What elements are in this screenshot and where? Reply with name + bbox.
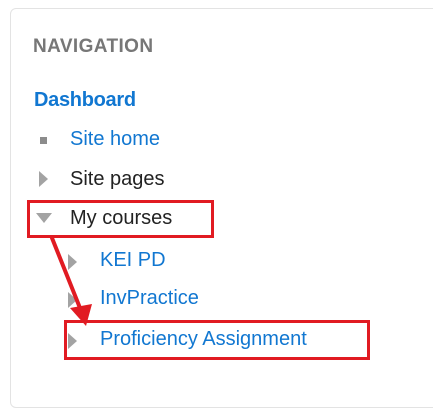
course-proficiency-assignment[interactable]: Proficiency Assignment <box>100 327 307 351</box>
dashboard-link[interactable]: Dashboard <box>34 88 136 112</box>
expand-arrow-icon[interactable] <box>68 333 77 349</box>
nav-item-site-pages[interactable]: Site pages <box>70 167 165 191</box>
expand-arrow-icon[interactable] <box>39 171 48 187</box>
nav-item-my-courses[interactable]: My courses <box>70 206 172 230</box>
course-kei-pd[interactable]: KEI PD <box>100 248 166 272</box>
bullet-icon <box>40 137 47 144</box>
course-invpractice[interactable]: InvPractice <box>100 286 199 310</box>
collapse-arrow-icon[interactable] <box>36 213 52 223</box>
nav-item-site-home[interactable]: Site home <box>70 127 160 151</box>
navigation-title: NAVIGATION <box>33 36 154 57</box>
expand-arrow-icon[interactable] <box>68 254 77 270</box>
expand-arrow-icon[interactable] <box>68 292 77 308</box>
